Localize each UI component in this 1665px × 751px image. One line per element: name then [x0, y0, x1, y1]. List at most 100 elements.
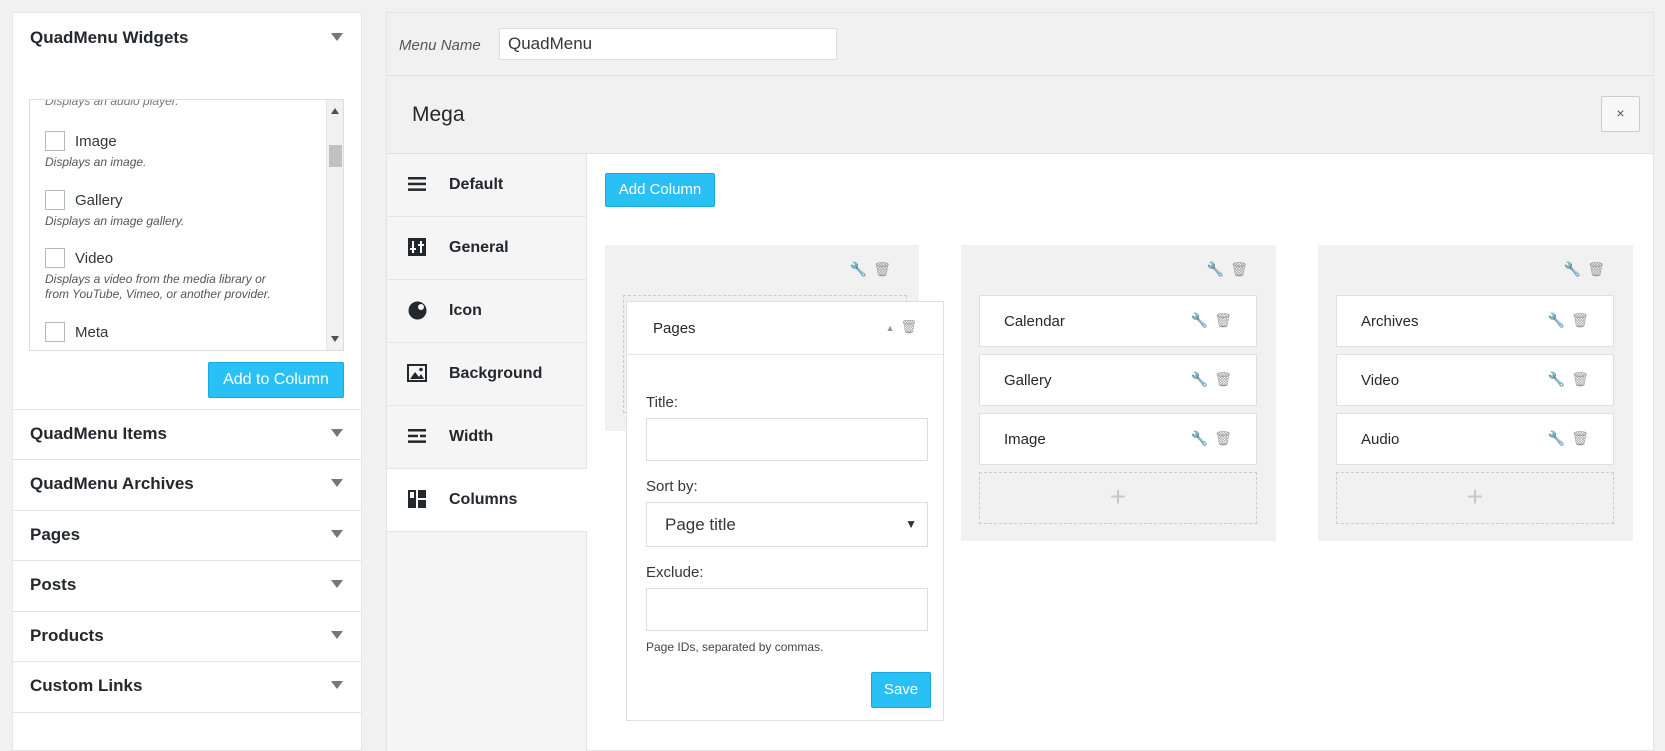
chevron-down-icon[interactable]	[331, 33, 343, 41]
chevron-down-icon[interactable]	[331, 631, 343, 639]
tab-label: Width	[449, 428, 494, 445]
scroll-down-icon[interactable]	[331, 336, 339, 342]
widget-label: Video	[75, 250, 114, 267]
close-button[interactable]: ×	[1601, 96, 1640, 132]
wrench-icon[interactable]: 🔧	[850, 261, 873, 277]
accordion-pages[interactable]: Pages	[13, 511, 361, 561]
wrench-icon[interactable]: 🔧	[1191, 430, 1214, 446]
item-label: Audio	[1361, 431, 1400, 448]
tab-label: Default	[449, 176, 504, 193]
trash-icon[interactable]: 🗑	[1214, 312, 1238, 328]
collapse-icon[interactable]: ▲	[886, 323, 901, 333]
column-item[interactable]: Archives 🔧🗑	[1336, 295, 1614, 347]
column-tools: 🔧🗑	[1564, 261, 1611, 278]
scrollbar[interactable]	[326, 100, 343, 350]
accordion-custom-links[interactable]: Custom Links	[13, 662, 361, 713]
chevron-down-icon[interactable]	[331, 681, 343, 689]
tab-label: Background	[449, 365, 543, 382]
column-item[interactable]: Video 🔧🗑	[1336, 354, 1614, 406]
tab-default[interactable]: Default	[387, 154, 587, 217]
widget-desc: Displays an image gallery.	[45, 214, 185, 228]
accordion-posts[interactable]: Posts	[13, 561, 361, 612]
scroll-up-icon[interactable]	[331, 108, 339, 114]
caret-down-icon: ▼	[905, 517, 917, 531]
trash-icon[interactable]: 🗑	[900, 319, 923, 334]
chevron-down-icon[interactable]	[331, 429, 343, 437]
menu-name-label: Menu Name	[399, 37, 481, 54]
sort-by-select[interactable]: Page title ▼	[646, 502, 928, 547]
accordion-products[interactable]: Products	[13, 612, 361, 662]
trash-icon[interactable]: 🗑	[873, 261, 897, 277]
column-item[interactable]: Audio 🔧🗑	[1336, 413, 1614, 465]
column-tools: 🔧🗑	[1207, 261, 1254, 278]
trash-icon[interactable]: 🗑	[1230, 261, 1254, 277]
add-to-column-button[interactable]: Add to Column	[208, 362, 344, 398]
item-tools: 🔧🗑	[1191, 430, 1238, 447]
accordion-title: Custom Links	[30, 676, 143, 695]
exclude-input[interactable]	[646, 588, 928, 631]
add-item-slot[interactable]: +	[979, 472, 1257, 524]
tab-width[interactable]: Width	[387, 406, 587, 469]
tab-icon[interactable]: Icon	[387, 280, 587, 343]
widget-desc: Displays an image.	[45, 155, 147, 169]
wrench-icon[interactable]: 🔧	[1548, 312, 1571, 328]
exclude-help: Page IDs, separated by commas.	[646, 640, 824, 654]
widget-checkbox[interactable]	[45, 322, 65, 342]
widget-label: Image	[75, 133, 117, 150]
wrench-icon[interactable]: 🔧	[1564, 261, 1587, 277]
width-icon	[407, 427, 427, 447]
item-label: Video	[1361, 372, 1400, 389]
column-item[interactable]: Gallery 🔧🗑	[979, 354, 1257, 406]
widget-checkbox[interactable]	[45, 131, 65, 151]
plus-icon: +	[1466, 481, 1484, 512]
form-title: Pages	[653, 320, 696, 337]
item-label: Archives	[1361, 313, 1419, 330]
tab-columns[interactable]: Columns	[387, 469, 588, 532]
item-tools: 🔧🗑	[1191, 371, 1238, 388]
menu-name-input[interactable]	[499, 28, 837, 60]
tab-general[interactable]: General	[387, 217, 587, 280]
chevron-down-icon[interactable]	[331, 580, 343, 588]
column-tools: 🔧🗑	[850, 261, 897, 278]
title-input[interactable]	[646, 418, 928, 461]
widget-label: Gallery	[75, 192, 123, 209]
wrench-icon[interactable]: 🔧	[1191, 371, 1214, 387]
tab-label: Columns	[449, 491, 518, 508]
add-item-slot[interactable]: +	[1336, 472, 1614, 524]
accordion-title: QuadMenu Items	[30, 424, 167, 443]
trash-icon[interactable]: 🗑	[1571, 371, 1595, 387]
chevron-down-icon[interactable]	[331, 530, 343, 538]
trash-icon[interactable]: 🗑	[1214, 430, 1238, 446]
column-item[interactable]: Image 🔧🗑	[979, 413, 1257, 465]
form-header[interactable]: Pages ▲🗑	[627, 302, 943, 355]
trash-icon[interactable]: 🗑	[1571, 312, 1595, 328]
exclude-label: Exclude:	[646, 564, 704, 581]
scroll-thumb[interactable]	[329, 145, 342, 167]
item-tools: 🔧🗑	[1548, 430, 1595, 447]
tab-background[interactable]: Background	[387, 343, 587, 406]
widget-list: Displays an audio player. Image Displays…	[29, 99, 344, 351]
widget-checkbox[interactable]	[45, 248, 65, 268]
add-column-button[interactable]: Add Column	[605, 173, 715, 207]
wrench-icon[interactable]: 🔧	[1191, 312, 1214, 328]
widget-checkbox[interactable]	[45, 190, 65, 210]
column-item[interactable]: Calendar 🔧🗑	[979, 295, 1257, 347]
accordion-quadmenu-items[interactable]: QuadMenu Items	[13, 409, 361, 460]
trash-icon[interactable]: 🗑	[1214, 371, 1238, 387]
wrench-icon[interactable]: 🔧	[1207, 261, 1230, 277]
wrench-icon[interactable]: 🔧	[1548, 430, 1571, 446]
accordion-quadmenu-archives[interactable]: QuadMenu Archives	[13, 460, 361, 511]
item-label: Image	[1004, 431, 1046, 448]
trash-icon[interactable]: 🗑	[1587, 261, 1611, 277]
chevron-down-icon[interactable]	[331, 479, 343, 487]
widget-label: Meta	[75, 324, 109, 341]
save-button[interactable]: Save	[871, 672, 931, 708]
trash-icon[interactable]: 🗑	[1571, 430, 1595, 446]
accordion-quadmenu-widgets[interactable]: QuadMenu Widgets	[13, 13, 361, 66]
menu-name-bar: Menu Name	[387, 13, 1653, 76]
widget-desc-clipped: Displays an audio player.	[45, 99, 179, 108]
image-icon	[407, 364, 427, 384]
accordion-title: Pages	[30, 525, 81, 544]
wrench-icon[interactable]: 🔧	[1548, 371, 1571, 387]
palette-icon	[407, 301, 427, 321]
